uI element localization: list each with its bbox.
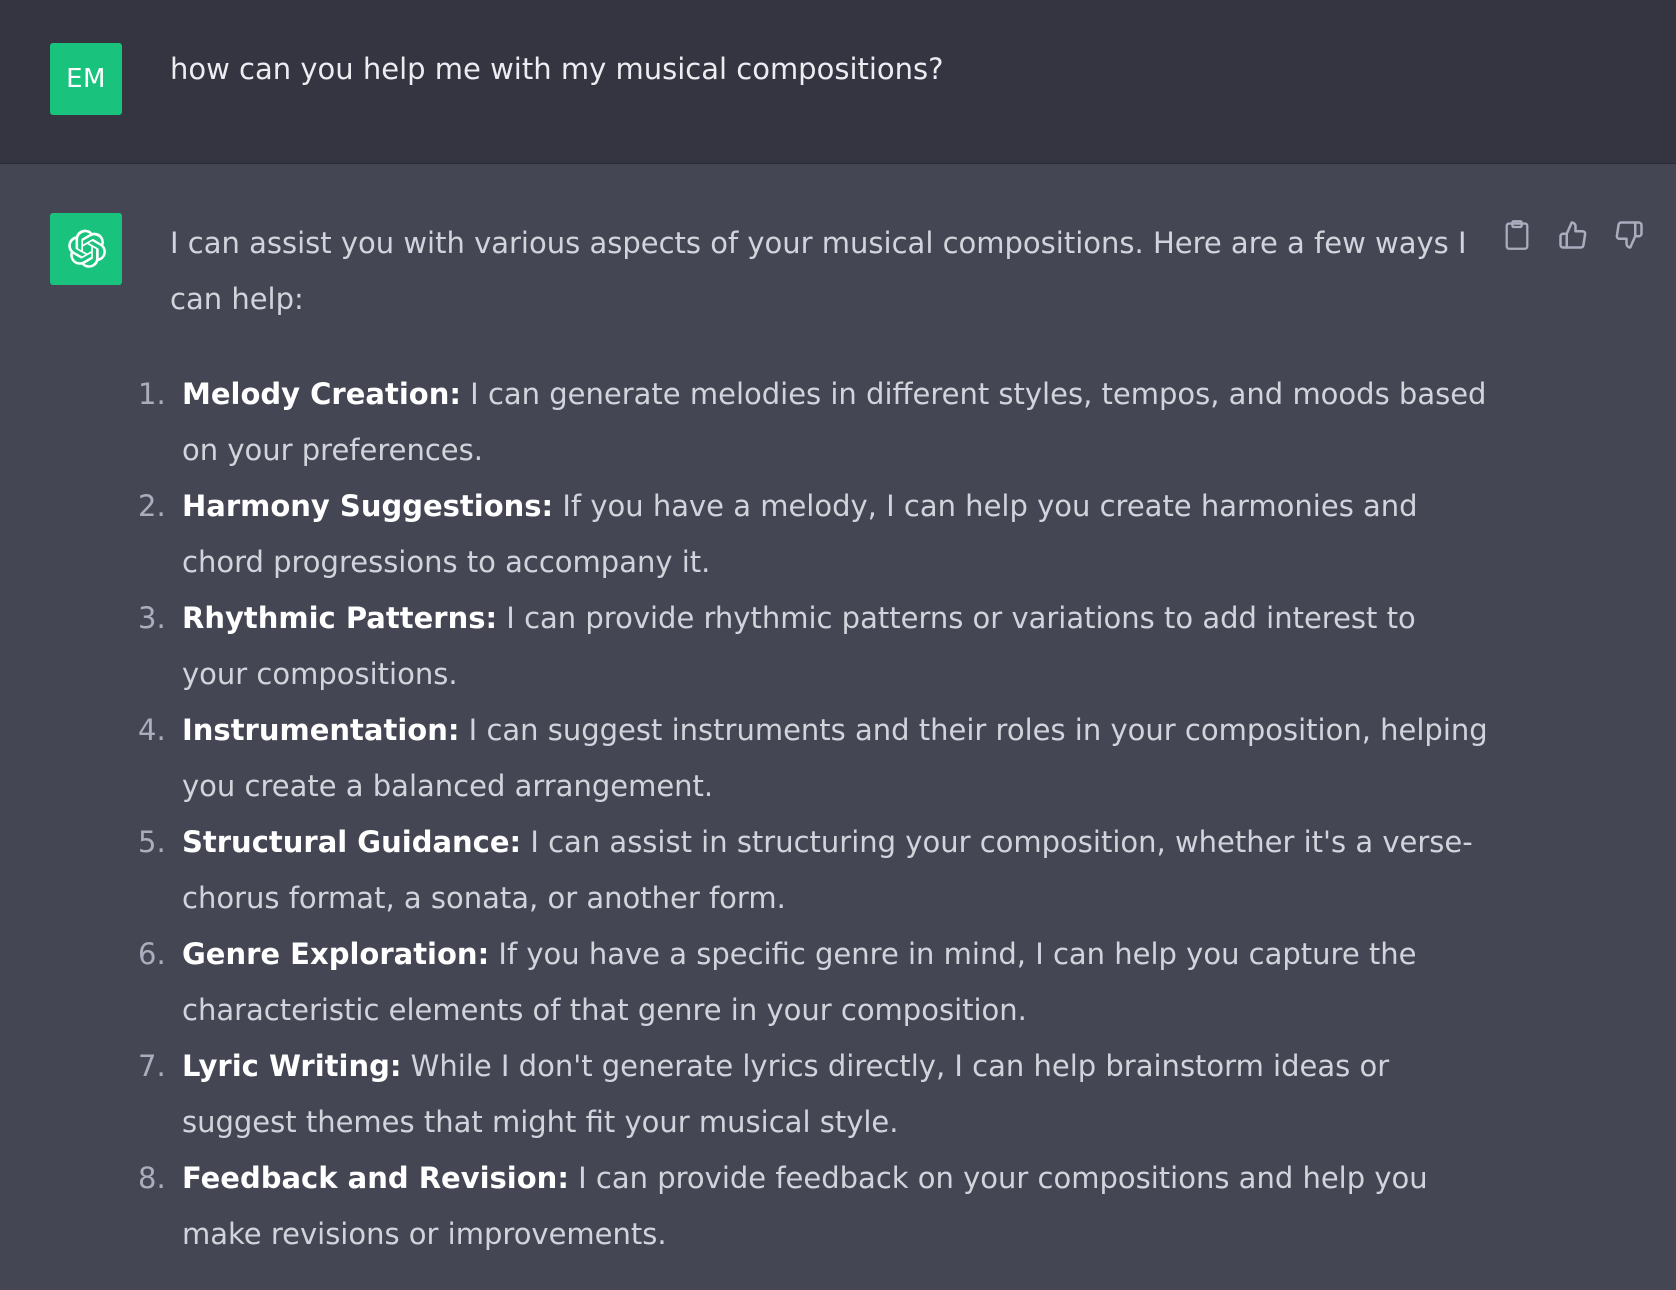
list-item: 5. Structural Guidance: I can assist in s…	[138, 814, 1490, 926]
list-item-title: Genre Exploration:	[182, 937, 490, 971]
suggestions-list: 1. Melody Creation: I can generate melodi…	[138, 366, 1490, 1262]
list-item: 7. Lyric Writing: While I don't generate …	[138, 1038, 1490, 1150]
thumbs-up-icon	[1559, 221, 1587, 249]
thumbs-down-button[interactable]	[1612, 218, 1646, 252]
list-item: 1. Melody Creation: I can generate melodi…	[138, 366, 1490, 478]
user-message-row: EM how can you help me with my musical c…	[0, 0, 1676, 164]
list-item-number: 3.	[138, 601, 166, 635]
list-item-title: Feedback and Revision:	[182, 1161, 569, 1195]
list-item-title: Harmony Suggestions:	[182, 489, 554, 523]
list-item-title: Lyric Writing:	[182, 1049, 402, 1083]
list-item-number: 6.	[138, 937, 166, 971]
list-item-title: Structural Guidance:	[182, 825, 522, 859]
user-avatar-initials: EM	[66, 64, 106, 94]
message-actions	[1500, 218, 1646, 252]
list-item-number: 2.	[138, 489, 166, 523]
list-item: 4. Instrumentation: I can suggest instrum…	[138, 702, 1490, 814]
assistant-avatar	[50, 213, 122, 285]
list-item: 3. Rhythmic Patterns: I can provide rhyth…	[138, 590, 1490, 702]
openai-logo-icon	[68, 229, 106, 268]
thumbs-up-button[interactable]	[1556, 218, 1590, 252]
list-item-number: 5.	[138, 825, 166, 859]
thumbs-down-icon	[1615, 221, 1643, 249]
user-message-text: how can you help me with my musical comp…	[170, 52, 944, 86]
list-item-number: 7.	[138, 1049, 166, 1083]
list-item-title: Instrumentation:	[182, 713, 460, 747]
list-item-number: 8.	[138, 1161, 166, 1195]
list-item: 8. Feedback and Revision: I can provide f…	[138, 1150, 1490, 1262]
user-avatar: EM	[50, 43, 122, 115]
clipboard-icon	[1505, 220, 1529, 250]
copy-button[interactable]	[1500, 218, 1534, 252]
list-item: 6. Genre Exploration: If you have a speci…	[138, 926, 1490, 1038]
list-item-title: Melody Creation:	[182, 377, 461, 411]
list-item-number: 1.	[138, 377, 166, 411]
assistant-intro-text: I can assist you with various aspects of…	[170, 226, 1467, 316]
list-item-number: 4.	[138, 713, 166, 747]
list-item: 2. Harmony Suggestions: If you have a mel…	[138, 478, 1490, 590]
list-item-title: Rhythmic Patterns:	[182, 601, 498, 635]
